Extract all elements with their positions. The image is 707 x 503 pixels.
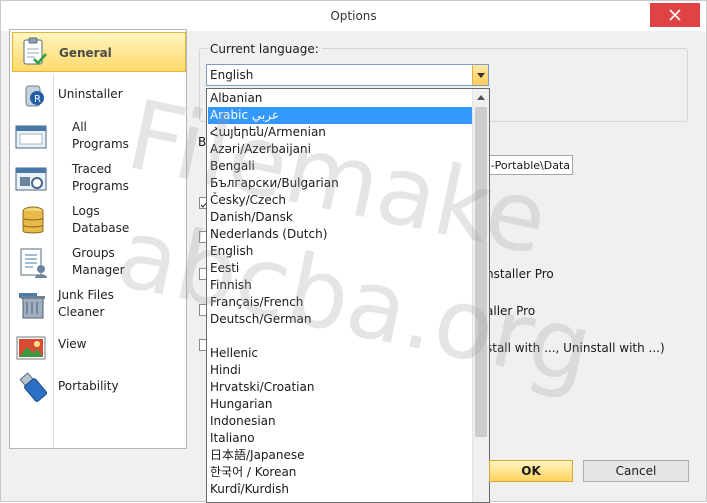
language-dropdown-list[interactable]: Albanian Arabic عربي Հայերեն/Armenian Azəri… bbox=[206, 88, 490, 503]
sidebar-item-label: Logs Database bbox=[72, 204, 130, 235]
bg-option-text-3: stall with ..., Uninstall with ...) bbox=[486, 341, 665, 355]
options-window: Options General R Uninstaller All Progra… bbox=[0, 0, 707, 503]
language-option[interactable]: Azəri/Azerbaijani bbox=[208, 141, 472, 158]
language-option[interactable]: Arabic عربي bbox=[208, 107, 472, 124]
programs-window-icon bbox=[14, 120, 48, 154]
sidebar-item-label: Groups Manager bbox=[72, 246, 125, 277]
sidebar-item-label: Traced Programs bbox=[72, 162, 129, 193]
window-title: Options bbox=[330, 9, 377, 23]
language-combobox[interactable]: English bbox=[206, 64, 489, 86]
dropdown-arrow-button[interactable] bbox=[472, 65, 488, 85]
sidebar-item-general[interactable]: General bbox=[12, 32, 186, 72]
usb-drive-icon bbox=[16, 370, 50, 404]
database-icon bbox=[16, 204, 50, 238]
language-combobox-value: English bbox=[210, 68, 254, 82]
sidebar-item-all-programs[interactable]: All Programs bbox=[12, 118, 186, 158]
sidebar-item-label: Junk Files Cleaner bbox=[58, 288, 114, 319]
data-path-text: -Portable\Data bbox=[490, 159, 570, 172]
sidebar-item-label: Uninstaller bbox=[58, 87, 123, 101]
bg-option-text-1: nstaller Pro bbox=[486, 267, 554, 281]
language-option[interactable]: 한국어 / Korean bbox=[208, 464, 472, 481]
uninstaller-icon: R bbox=[18, 78, 52, 112]
title-bar[interactable]: Options bbox=[1, 1, 706, 31]
close-icon bbox=[669, 9, 681, 21]
language-option[interactable]: Hindi bbox=[208, 362, 472, 379]
dropdown-scrollbar[interactable] bbox=[472, 89, 489, 502]
language-option[interactable]: Finnish bbox=[208, 277, 472, 294]
close-button[interactable] bbox=[650, 3, 700, 27]
language-option[interactable]: 日本語/Japanese bbox=[208, 447, 472, 464]
language-option[interactable]: English bbox=[208, 243, 472, 260]
sidebar: General R Uninstaller All Programs Trace… bbox=[9, 29, 187, 449]
language-option[interactable]: Česky/Czech bbox=[208, 192, 472, 209]
cancel-button[interactable]: Cancel bbox=[583, 460, 689, 482]
language-option[interactable]: Danish/Dansk bbox=[208, 209, 472, 226]
sidebar-item-junk-files-cleaner[interactable]: Junk Files Cleaner bbox=[12, 286, 186, 326]
sidebar-item-logs-database[interactable]: Logs Database bbox=[12, 202, 186, 242]
sidebar-item-traced-programs[interactable]: Traced Programs bbox=[12, 160, 186, 200]
sidebar-item-label: All Programs bbox=[72, 120, 129, 151]
chevron-up-icon bbox=[477, 95, 485, 100]
bg-option-text-2: aller Pro bbox=[486, 304, 536, 318]
chevron-down-icon bbox=[476, 72, 485, 78]
trash-can-icon bbox=[14, 288, 48, 322]
sidebar-item-uninstaller[interactable]: R Uninstaller bbox=[12, 76, 186, 116]
language-option[interactable]: Nederlands (Dutch) bbox=[208, 226, 472, 243]
groups-manager-icon bbox=[16, 246, 50, 280]
language-option[interactable]: Eesti bbox=[208, 260, 472, 277]
language-option[interactable]: Български/Bulgarian bbox=[208, 175, 472, 192]
scrollbar-thumb[interactable] bbox=[475, 107, 487, 437]
sidebar-item-label: Portability bbox=[58, 379, 119, 393]
ok-button[interactable]: OK bbox=[489, 460, 573, 482]
language-option[interactable]: Kurdî/Kurdish bbox=[208, 481, 472, 498]
language-option[interactable]: Italiano bbox=[208, 430, 472, 447]
language-option[interactable] bbox=[208, 328, 472, 345]
sidebar-item-label: View bbox=[58, 337, 87, 351]
language-option[interactable]: Deutsch/German bbox=[208, 311, 472, 328]
language-option[interactable]: Albanian bbox=[208, 90, 472, 107]
language-option[interactable]: Indonesian bbox=[208, 413, 472, 430]
language-option[interactable]: Hrvatski/Croatian bbox=[208, 379, 472, 396]
svg-text:R: R bbox=[34, 94, 41, 105]
sidebar-item-groups-manager[interactable]: Groups Manager bbox=[12, 244, 186, 284]
traced-programs-icon bbox=[14, 162, 48, 196]
general-settings-icon bbox=[17, 35, 51, 69]
language-option[interactable]: Bengali bbox=[208, 158, 472, 175]
language-option[interactable]: Hungarian bbox=[208, 396, 472, 413]
landscape-picture-icon bbox=[14, 331, 48, 365]
language-option[interactable]: Հայերեն/Armenian bbox=[208, 124, 472, 141]
bg-label-b: B bbox=[198, 135, 207, 149]
sidebar-item-portability[interactable]: Portability bbox=[12, 368, 186, 408]
sidebar-item-label: General bbox=[59, 46, 112, 60]
current-language-label: Current language: bbox=[207, 42, 322, 56]
language-option[interactable]: Hellenic bbox=[208, 345, 472, 362]
sidebar-item-view[interactable]: View bbox=[12, 328, 186, 368]
data-path-field[interactable]: -Portable\Data bbox=[487, 155, 573, 175]
language-option[interactable]: Français/French bbox=[208, 294, 472, 311]
scroll-up-button[interactable] bbox=[473, 89, 489, 106]
